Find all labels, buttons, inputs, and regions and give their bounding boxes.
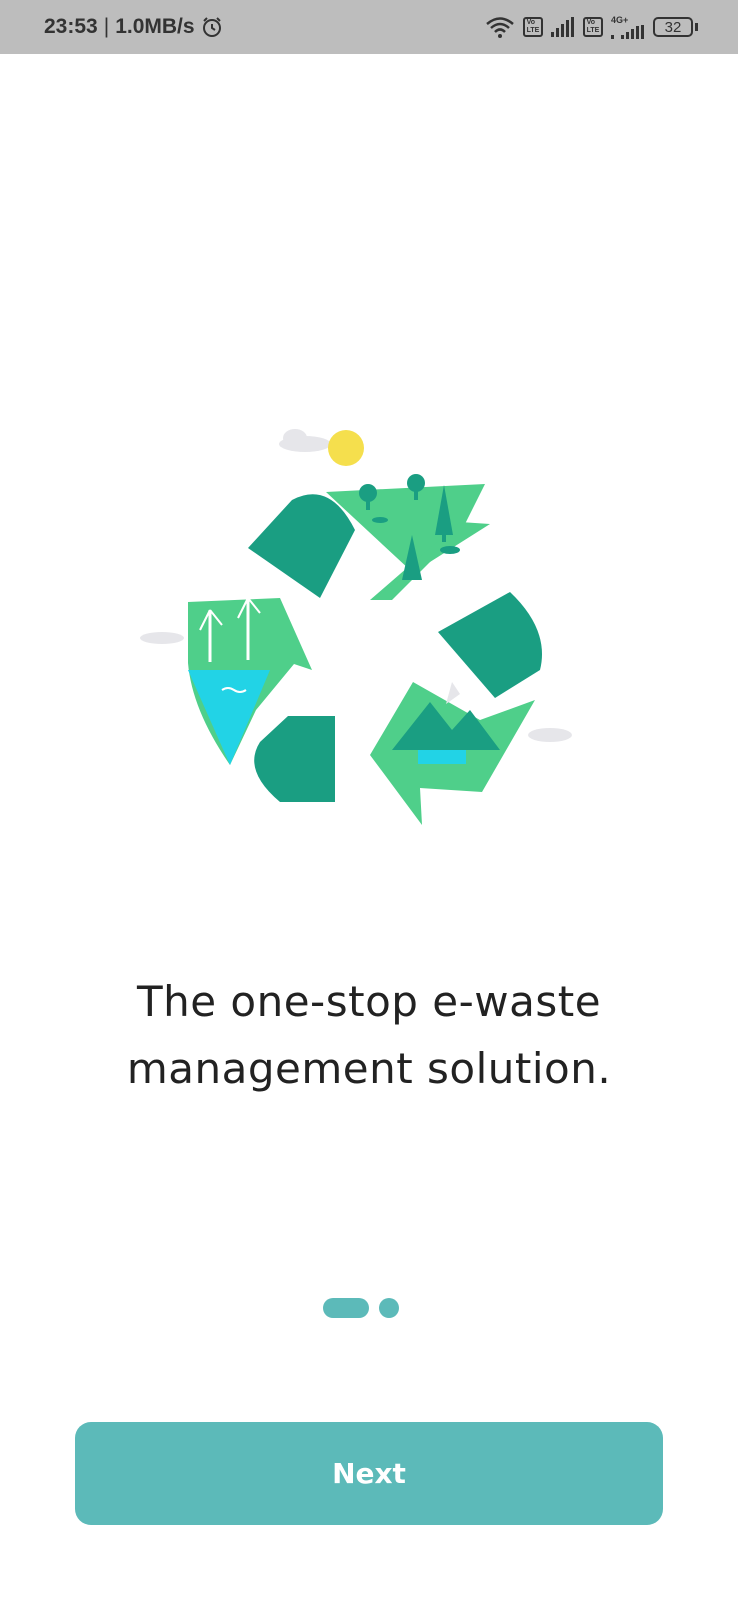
page-indicator xyxy=(0,1296,738,1320)
status-separator: | xyxy=(103,15,110,38)
sun-icon xyxy=(328,430,364,466)
page-dot[interactable] xyxy=(379,1298,399,1318)
volte-icon-sim2: Vo LTE xyxy=(583,17,603,37)
onboarding-screen: 23:53 | 1.0MB/s Vo LTE Vo LTE 4G+ 32 The… xyxy=(0,0,738,1600)
status-right: Vo LTE Vo LTE 4G+ 32 xyxy=(485,14,698,39)
cloud-icon xyxy=(140,632,184,644)
cloud-icon xyxy=(528,728,572,742)
signal-icon-sim2: 4G+ xyxy=(611,14,645,39)
status-bar: 23:53 | 1.0MB/s Vo LTE Vo LTE 4G+ 32 xyxy=(0,0,738,54)
battery-level: 32 xyxy=(653,17,693,37)
next-button[interactable]: Next xyxy=(75,1422,663,1525)
cloud-icon xyxy=(279,429,331,452)
battery-tip xyxy=(695,23,698,31)
status-time: 23:53 xyxy=(44,15,98,38)
status-left: 23:53 | 1.0MB/s xyxy=(44,15,223,39)
volte-icon-sim1: Vo LTE xyxy=(523,17,543,37)
onboarding-headline: The one-stop e-waste management solution… xyxy=(126,977,612,1093)
page-dot-active xyxy=(323,1298,369,1318)
recycle-block-right xyxy=(438,592,542,698)
mountain-arrow-icon xyxy=(370,682,535,825)
battery-icon: 32 xyxy=(653,17,698,37)
signal-icon-sim1 xyxy=(551,17,575,37)
wifi-icon xyxy=(485,16,515,38)
recycle-block-bottom xyxy=(254,716,335,802)
alarm-clock-icon xyxy=(201,16,223,38)
network-type-label: 4G+ xyxy=(611,14,629,25)
network-speed: 1.0MB/s xyxy=(115,15,195,38)
recycle-block-top xyxy=(248,494,355,598)
recycling-nature-illustration xyxy=(130,420,590,840)
